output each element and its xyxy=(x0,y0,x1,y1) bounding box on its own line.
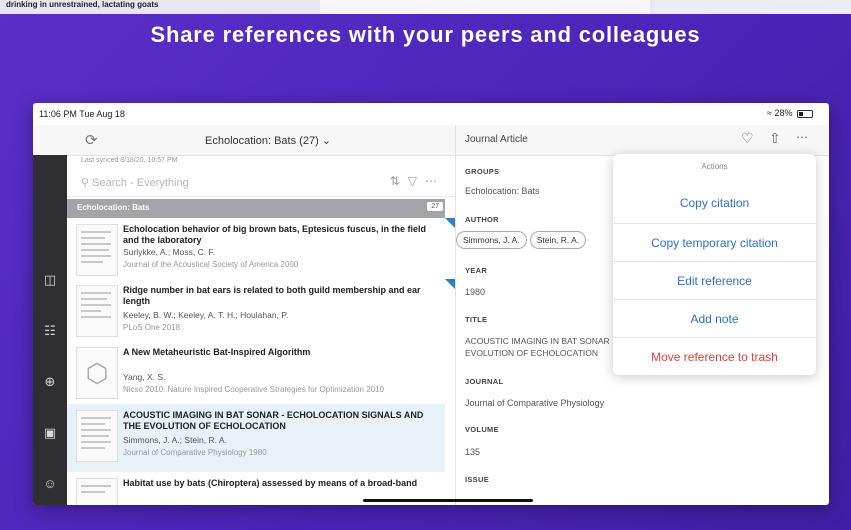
collection-selector[interactable]: Echolocation: Bats (27) ⌄ xyxy=(205,134,331,147)
add-icon[interactable]: ⊕ xyxy=(41,373,59,391)
list-item[interactable]: Ridge number in bat ears is related to b… xyxy=(67,279,455,342)
detail-header: Journal Article ♡ ⇧ ⋯ xyxy=(455,125,829,156)
item-title: Habitat use by bats (Chiroptera) assesse… xyxy=(123,478,418,488)
edit-reference-button[interactable]: Edit reference xyxy=(613,261,816,300)
pdf-thumbnail xyxy=(76,410,118,462)
battery-percent: 28% xyxy=(774,108,793,118)
item-type: Journal Article xyxy=(465,134,528,145)
collection-bar-label: Echolocation: Bats xyxy=(77,203,150,212)
background-snippet: drinking in unrestrained, lactating goat… xyxy=(6,0,159,9)
collection-count-badge: 27 xyxy=(427,202,443,211)
battery-indicator: ≈ 28% xyxy=(767,108,813,118)
journal-value: Journal of Comparative Physiology xyxy=(465,398,605,408)
search-input[interactable]: ⚲ Search - Everything xyxy=(81,176,189,189)
author-chips: Simmons, J. A. Stein, R. A. xyxy=(456,231,589,249)
volume-value: 135 xyxy=(465,447,481,457)
status-bar: 11:06 PM Tue Aug 18 ≈ 28% xyxy=(33,103,829,125)
background-panel xyxy=(320,0,650,14)
title-label: TITLE xyxy=(465,315,488,324)
profile-icon[interactable]: ☺ xyxy=(41,475,59,493)
more-icon[interactable]: ⋯ xyxy=(796,130,808,144)
pdf-indicator xyxy=(445,218,455,228)
pdf-thumbnail xyxy=(76,285,118,337)
journal-label: JOURNAL xyxy=(465,377,504,386)
heart-icon[interactable]: ♡ xyxy=(741,130,754,147)
actions-popover: Actions Copy citation Copy temporary cit… xyxy=(613,154,816,375)
add-note-button[interactable]: Add note xyxy=(613,299,816,338)
share-icon[interactable]: ⇧ xyxy=(769,130,781,147)
headline: Share references with your peers and col… xyxy=(150,22,701,47)
search-icon: ⚲ xyxy=(81,177,90,189)
reference-list: Echolocation behavior of big brown bats,… xyxy=(67,218,455,505)
pdf-thumbnail xyxy=(76,224,118,276)
ipad-screen: 11:06 PM Tue Aug 18 ≈ 28% ⟳ Echolocation… xyxy=(33,103,829,505)
item-authors: Simmons, J. A.; Stein, R. A. xyxy=(123,435,227,445)
copy-temporary-citation-button[interactable]: Copy temporary citation xyxy=(613,223,816,262)
wifi-icon: ≈ xyxy=(767,108,772,118)
list-item-selected[interactable]: ACOUSTIC IMAGING IN BAT SONAR - ECHOLOCA… xyxy=(67,404,445,473)
sort-icon[interactable]: ⇅ xyxy=(390,174,408,188)
list-item[interactable]: ⬡ A New Metaheuristic Bat-Inspired Algor… xyxy=(67,341,445,405)
background-panel-right xyxy=(655,0,851,14)
item-source: PLoS One 2018 xyxy=(123,323,180,332)
home-indicator[interactable] xyxy=(363,499,533,502)
search-bar[interactable]: ⚲ Search - Everything ⇅▽⋯ xyxy=(67,168,455,197)
list-item[interactable]: Echolocation behavior of big brown bats,… xyxy=(67,218,455,280)
list-header: ⟳ Echolocation: Bats (27) ⌄ xyxy=(33,125,455,156)
issue-label: ISSUE xyxy=(465,475,490,484)
item-authors: Yang, X. S. xyxy=(123,372,166,382)
item-source: Nicso 2010: Nature Inspired Cooperative … xyxy=(123,385,385,394)
more-icon[interactable]: ⋯ xyxy=(425,174,445,188)
last-synced: Last synced 8/18/20, 10:57 PM xyxy=(81,157,178,164)
groups-value: Echolocation: Bats xyxy=(465,186,540,196)
collection-title: Echolocation: Bats (27) xyxy=(205,135,319,147)
status-time: 11:06 PM Tue Aug 18 xyxy=(39,109,125,119)
library-icon[interactable]: ◫ xyxy=(41,271,59,289)
battery-icon xyxy=(797,109,813,118)
popover-title: Actions xyxy=(701,162,728,171)
author-chip[interactable]: Stein, R. A. xyxy=(529,231,587,249)
item-source: Journal of the Acoustical Society of Ame… xyxy=(123,260,299,269)
pdf-thumbnail xyxy=(76,478,118,505)
item-authors: Keeley, B. W.; Keeley, A. T. H.; Houlaha… xyxy=(123,310,289,320)
year-label: YEAR xyxy=(465,266,488,275)
list-tools: ⇅▽⋯ xyxy=(390,174,445,188)
volume-label: VOLUME xyxy=(465,425,499,434)
item-authors: Surlykke, A.; Moss, C. F. xyxy=(123,247,216,257)
groups-label: GROUPS xyxy=(465,167,500,176)
author-label: AUTHOR xyxy=(465,215,499,224)
filter-icon[interactable]: ▽ xyxy=(408,174,425,188)
item-title: Ridge number in bat ears is related to b… xyxy=(123,285,421,306)
author-chip[interactable]: Simmons, J. A. xyxy=(456,231,527,249)
download-icon[interactable]: ▣ xyxy=(41,424,59,442)
item-title: ACOUSTIC IMAGING IN BAT SONAR - ECHOLOCA… xyxy=(123,410,424,431)
refresh-icon[interactable]: ⟳ xyxy=(85,131,98,149)
search-placeholder: Search - Everything xyxy=(92,177,189,189)
item-title: A New Metaheuristic Bat-Inspired Algorit… xyxy=(123,347,311,357)
sidebar: ◫ ☷ ⊕ ▣ ☺ xyxy=(33,155,67,505)
background-app-strip: drinking in unrestrained, lactating goat… xyxy=(0,0,851,14)
copy-citation-button[interactable]: Copy citation xyxy=(613,184,816,222)
item-source: Journal of Comparative Physiology 1980 xyxy=(123,448,267,457)
item-title: Echolocation behavior of big brown bats,… xyxy=(123,224,427,245)
document-placeholder-icon: ⬡ xyxy=(76,347,118,399)
globe-icon[interactable]: ☷ xyxy=(41,322,59,340)
collection-bar: Echolocation: Bats 27 xyxy=(67,199,445,218)
chevron-down-icon: ⌄ xyxy=(321,135,332,147)
year-value: 1980 xyxy=(465,287,486,297)
move-to-trash-button[interactable]: Move reference to trash xyxy=(613,337,816,376)
pdf-indicator xyxy=(445,279,455,289)
title-value: ACOUSTIC IMAGING IN BAT SONAR EVOLUTION … xyxy=(465,336,610,358)
